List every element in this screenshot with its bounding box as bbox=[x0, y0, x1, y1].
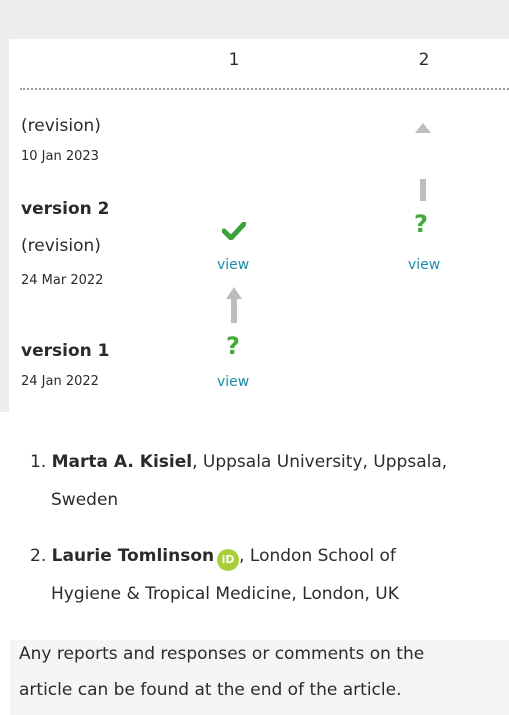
reviewer-column-1-header: 1 bbox=[228, 50, 240, 70]
version-2-reviewer-2-view-link[interactable]: view bbox=[408, 257, 440, 273]
reviewer-1-affiliation-cont: Sweden bbox=[51, 490, 119, 510]
reviewer-list: 1. Marta A. Kisiel, Uppsala University, … bbox=[0, 412, 509, 715]
reviewer-1-name: Marta A. Kisiel bbox=[51, 452, 193, 472]
version-1-title: version 1 bbox=[21, 341, 110, 361]
version-2-title: version 2 bbox=[21, 199, 110, 219]
reviewer-column-2-header: 2 bbox=[418, 50, 430, 70]
table-top-divider bbox=[20, 88, 509, 90]
comments-note-box: Any reports and responses or comments on… bbox=[10, 640, 509, 715]
comments-note-line-2: article can be found at the end of the a… bbox=[19, 680, 402, 700]
version-1-reviewer-1-view-link[interactable]: view bbox=[217, 374, 249, 390]
version-2-revision-label: (revision) bbox=[21, 236, 101, 256]
reviewer-1-affiliation: , Uppsala University, Uppsala, bbox=[192, 452, 448, 472]
version-1-date: 24 Jan 2022 bbox=[21, 374, 99, 389]
reviewer-2-affiliation: , London School of bbox=[239, 546, 396, 566]
revision-up-arrow-icon bbox=[226, 287, 242, 323]
reviewer-2-name: Laurie Tomlinson bbox=[51, 546, 215, 566]
reviewer-1-line: 1. Marta A. Kisiel, Uppsala University, … bbox=[30, 452, 447, 472]
reviewer-1-number: 1. bbox=[30, 452, 47, 472]
pending-revision-arrow-icon bbox=[415, 123, 431, 201]
comments-note-line-1: Any reports and responses or comments on… bbox=[19, 644, 425, 664]
check-icon bbox=[222, 222, 246, 240]
version-2-reviewer-1-view-link[interactable]: view bbox=[217, 257, 249, 273]
reviewer-2-number: 2. bbox=[30, 546, 47, 566]
version-2-date: 24 Mar 2022 bbox=[21, 273, 104, 288]
question-icon: ? bbox=[226, 332, 240, 360]
orcid-icon[interactable]: iD bbox=[217, 549, 240, 571]
reviewer-2-affiliation-cont: Hygiene & Tropical Medicine, London, UK bbox=[51, 584, 399, 604]
revision-label: (revision) bbox=[21, 116, 101, 136]
question-icon: ? bbox=[414, 210, 428, 238]
revision-date: 10 Jan 2023 bbox=[21, 149, 99, 164]
reviewer-2-line: 2. Laurie Tomlinson iD, London School of bbox=[30, 546, 396, 571]
